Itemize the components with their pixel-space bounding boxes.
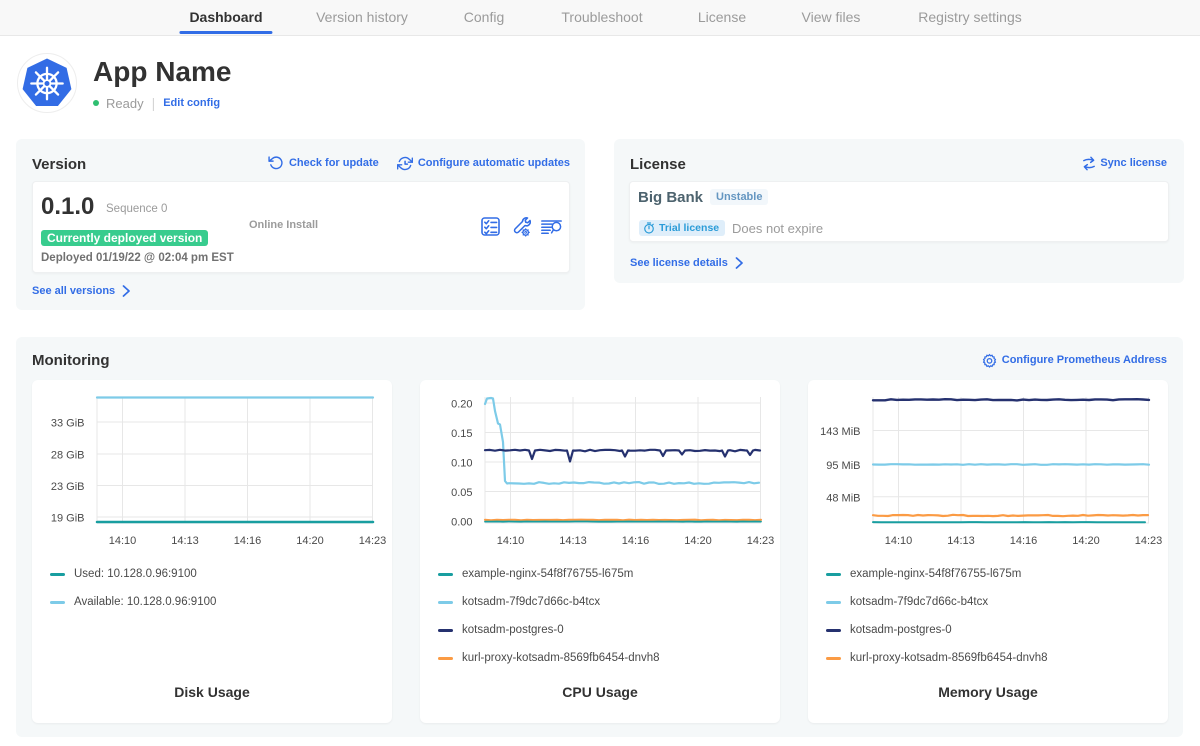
svg-text:14:23: 14:23 xyxy=(359,535,387,547)
svg-text:14:10: 14:10 xyxy=(109,535,137,547)
svg-text:0.10: 0.10 xyxy=(451,458,472,470)
svg-text:14:20: 14:20 xyxy=(1072,535,1100,547)
svg-text:14:16: 14:16 xyxy=(1010,535,1038,547)
svg-text:14:10: 14:10 xyxy=(885,535,913,547)
svg-text:14:13: 14:13 xyxy=(559,535,587,547)
svg-text:33 GiB: 33 GiB xyxy=(51,418,85,430)
svg-text:0.00: 0.00 xyxy=(451,517,472,529)
svg-text:14:20: 14:20 xyxy=(296,535,324,547)
svg-text:23 GiB: 23 GiB xyxy=(51,481,85,493)
svg-text:14:13: 14:13 xyxy=(947,535,975,547)
svg-text:28 GiB: 28 GiB xyxy=(51,450,85,462)
svg-text:14:16: 14:16 xyxy=(234,535,262,547)
svg-text:0.20: 0.20 xyxy=(451,399,472,411)
svg-text:95 MiB: 95 MiB xyxy=(826,460,860,472)
svg-text:14:10: 14:10 xyxy=(497,535,525,547)
svg-text:0.05: 0.05 xyxy=(451,487,472,499)
svg-text:48 MiB: 48 MiB xyxy=(826,492,860,504)
svg-text:14:13: 14:13 xyxy=(171,535,199,547)
svg-text:19 GiB: 19 GiB xyxy=(51,513,85,525)
svg-text:0.15: 0.15 xyxy=(451,428,472,440)
svg-text:14:23: 14:23 xyxy=(1135,535,1163,547)
svg-text:14:23: 14:23 xyxy=(747,535,775,547)
svg-text:14:16: 14:16 xyxy=(622,535,650,547)
svg-text:143 MiB: 143 MiB xyxy=(820,426,860,438)
svg-text:14:20: 14:20 xyxy=(684,535,712,547)
